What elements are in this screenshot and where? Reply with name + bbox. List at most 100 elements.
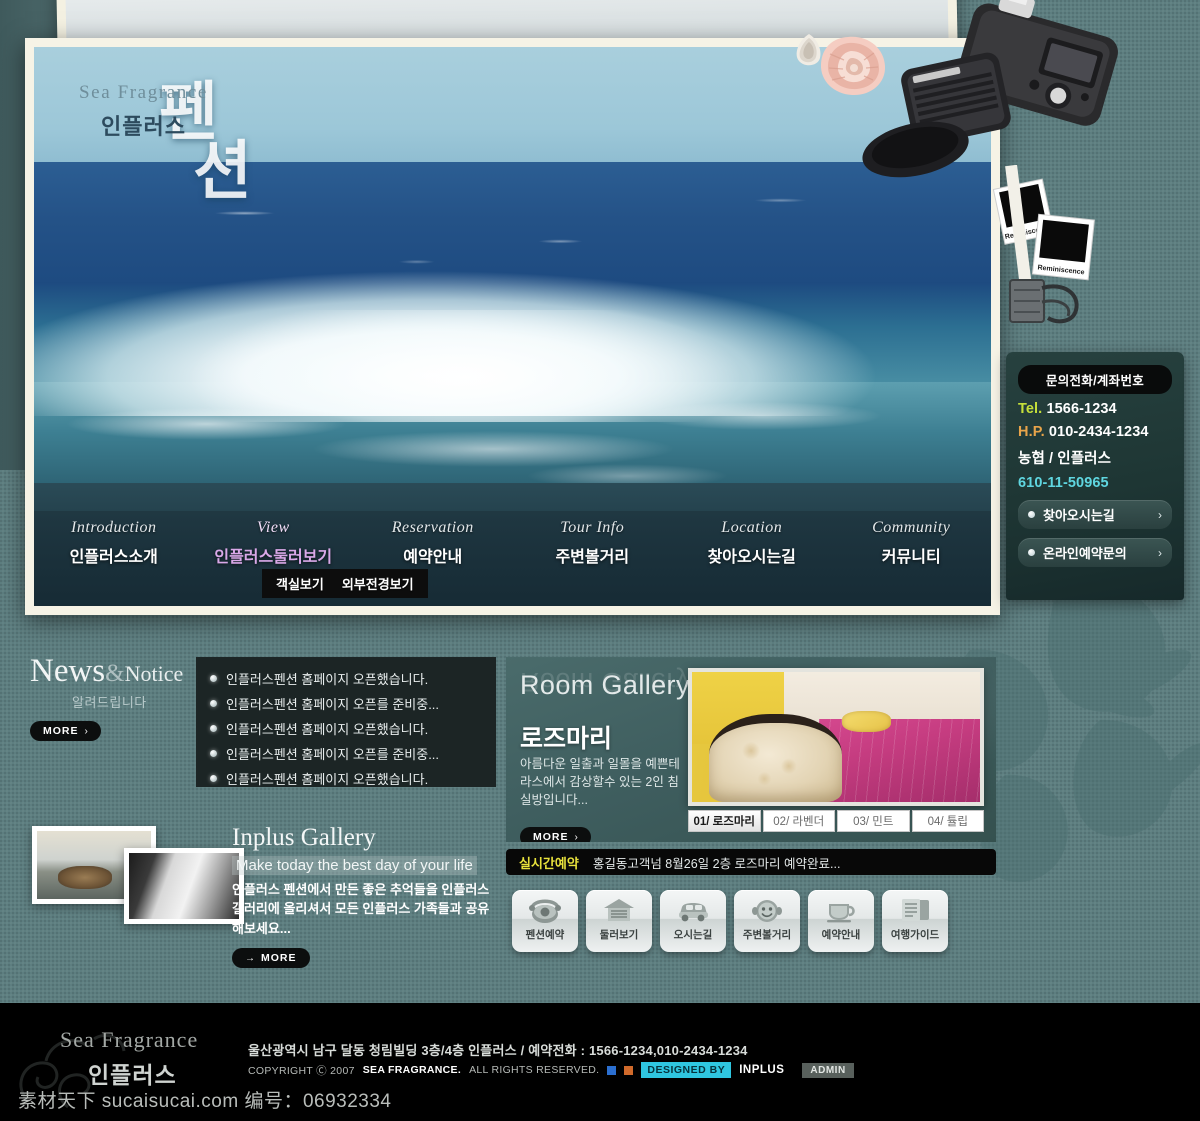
news-item-text: 인플러스펜션 홈페이지 오픈했습니다. bbox=[226, 722, 429, 737]
inplus-gallery-section: Inplus Gallery Make today the best day o… bbox=[232, 824, 500, 968]
contact-tel-row: Tel. 1566-1234 bbox=[1018, 401, 1172, 417]
room-tab-rosemary[interactable]: 01/ 로즈마리 bbox=[688, 810, 761, 832]
subnav-item-rooms[interactable]: 객실보기 bbox=[276, 574, 324, 593]
news-item-text: 인플러스펜션 홈페이지 오픈했습니다. bbox=[226, 672, 429, 687]
news-item-text: 인플러스펜션 홈페이지 오픈했습니다. bbox=[226, 772, 429, 787]
telephone-icon bbox=[529, 899, 561, 923]
gallery-thumbnail-interior[interactable] bbox=[124, 848, 244, 924]
quick-link-travel-guide[interactable]: 여행가이드 bbox=[882, 890, 948, 952]
inplus-gallery-more-button[interactable]: → MORE bbox=[232, 948, 310, 968]
news-list-item[interactable]: 인플러스펜션 홈페이지 오픈했습니다. bbox=[210, 769, 482, 788]
news-list-item[interactable]: 인플러스펜션 홈페이지 오픈를 준비중... bbox=[210, 744, 482, 763]
hero-logo: Sea Fragrance 인플러스 bbox=[79, 82, 208, 141]
main-navigation: Introduction 인플러스소개 View 인플러스둘러보기 Reserv… bbox=[34, 511, 991, 606]
house-icon bbox=[604, 899, 634, 921]
room-photo[interactable] bbox=[688, 668, 984, 806]
hero-ocean-photo: Sea Fragrance 인플러스 펜 션 Introduction 인플러스… bbox=[34, 47, 991, 606]
quick-link-attractions[interactable]: 주변볼거리 bbox=[734, 890, 800, 952]
chevron-right-icon: › bbox=[84, 725, 88, 737]
subnav-item-exterior[interactable]: 외부전경보기 bbox=[342, 574, 414, 593]
nav-label-en: Community bbox=[872, 519, 951, 536]
bullet-dot-icon bbox=[210, 700, 217, 707]
news-list-item[interactable]: 인플러스펜션 홈페이지 오픈를 준비중... bbox=[210, 694, 482, 713]
tel-label: Tel. bbox=[1018, 401, 1043, 417]
nav-label-en: Introduction bbox=[71, 519, 157, 536]
sidebar-button-directions[interactable]: 찾아오시는길 › bbox=[1018, 500, 1172, 529]
brand-name-korean: 인플러스 bbox=[101, 114, 186, 139]
nav-item-introduction[interactable]: Introduction 인플러스소개 bbox=[34, 519, 194, 567]
nav-item-location[interactable]: Location 찾아오시는길 bbox=[672, 519, 832, 567]
news-notice-heading-block: News&Notice 알려드립니다 MORE › bbox=[30, 655, 190, 741]
sub-navigation: 객실보기 외부전경보기 bbox=[262, 569, 428, 598]
news-title-word-notice: Notice bbox=[124, 661, 184, 686]
smiley-face-icon bbox=[752, 900, 782, 922]
hero-photo-card: Sea Fragrance 인플러스 펜 션 Introduction 인플러스… bbox=[25, 38, 1000, 615]
bullet-dot-icon bbox=[210, 750, 217, 757]
nav-label-kr: 예약안내 bbox=[403, 549, 463, 566]
footer-brand-korean: 인플러스 bbox=[88, 1062, 177, 1088]
realtime-reservation-label: 실시간예약 bbox=[519, 855, 579, 871]
bullet-dot-icon bbox=[1028, 511, 1035, 518]
brand-name-english: Sea Fragrance bbox=[79, 82, 208, 103]
copyright-suffix: ALL RIGHTS RESERVED. bbox=[469, 1064, 600, 1076]
nav-label-en: Location bbox=[721, 519, 783, 536]
quick-link-reservation-info[interactable]: 예약안내 bbox=[808, 890, 874, 952]
realtime-reservation-bar[interactable]: 실시간예약 홍길동고객넘 8월26일 2층 로즈마리 예약완료... bbox=[506, 849, 996, 875]
nav-label-en: Tour Info bbox=[560, 519, 625, 536]
bank-name: 농협 / 인플러스 bbox=[1018, 451, 1112, 467]
stock-site-watermark: 素材天下 sucaisucai.com 编号：06932334 bbox=[18, 1091, 392, 1112]
chevron-right-icon: › bbox=[1158, 507, 1162, 522]
nav-item-reservation[interactable]: Reservation 예약안내 bbox=[353, 519, 513, 567]
contact-mobile-row: H.P. 010-2434-1234 bbox=[1018, 424, 1172, 440]
room-gallery-more-button[interactable]: MORE › bbox=[520, 827, 591, 842]
news-title-word-news: News bbox=[30, 653, 106, 689]
room-gallery-title-reflection: Room Gallery bbox=[520, 667, 690, 697]
news-more-button[interactable]: MORE › bbox=[30, 721, 101, 741]
bullet-dot-icon bbox=[210, 675, 217, 682]
nav-item-view[interactable]: View 인플러스둘러보기 bbox=[194, 519, 354, 567]
square-blue-icon bbox=[607, 1065, 617, 1075]
room-tab-mint[interactable]: 03/ 민트 bbox=[837, 810, 910, 832]
news-list-item[interactable]: 인플러스펜션 홈페이지 오픈했습니다. bbox=[210, 669, 482, 688]
square-orange-icon bbox=[624, 1065, 634, 1075]
quick-link-reservation[interactable]: 펜션예약 bbox=[512, 890, 578, 952]
room-tab-lavender[interactable]: 02/ 라벤더 bbox=[762, 810, 835, 832]
news-title: News&Notice bbox=[30, 655, 190, 688]
news-list-item[interactable]: 인플러스펜션 홈페이지 오픈했습니다. bbox=[210, 719, 482, 738]
bank-account-number: 610-11-50965 bbox=[1018, 475, 1109, 491]
coffee-cup-icon bbox=[827, 904, 855, 923]
quick-link-label: 둘러보기 bbox=[599, 929, 639, 941]
quick-link-label: 주변볼거리 bbox=[742, 929, 792, 941]
inplus-gallery-subtitle: Make today the best day of your life bbox=[232, 855, 477, 875]
binder-clip-icon bbox=[1009, 279, 1079, 324]
quick-link-directions[interactable]: 오시는길 bbox=[660, 890, 726, 952]
nav-label-en: View bbox=[256, 519, 290, 536]
realtime-reservation-message: 홍길동고객넘 8월26일 2층 로즈마리 예약완료... bbox=[592, 856, 841, 871]
quick-link-tour[interactable]: 둘러보기 bbox=[586, 890, 652, 952]
nav-item-tour-info[interactable]: Tour Info 주변볼거리 bbox=[513, 519, 673, 567]
news-title-ampersand: & bbox=[105, 660, 125, 687]
sidebar-button-online-reservation[interactable]: 온라인예약문의 › bbox=[1018, 538, 1172, 567]
nav-item-community[interactable]: Community 커뮤니티 bbox=[832, 519, 992, 567]
quick-link-bar: 펜션예약 둘러보기 오시는길 주변볼거리 예약안내 여행가이드 bbox=[512, 890, 992, 954]
copyright-brand: SEA FRAGRANCE. bbox=[362, 1064, 462, 1076]
nav-label-en: Reservation bbox=[391, 519, 474, 536]
bullet-dot-icon bbox=[210, 775, 217, 782]
inplus-gallery-title: Inplus Gallery bbox=[232, 824, 376, 851]
nav-label-kr: 주변볼거리 bbox=[555, 549, 630, 566]
room-tab-tulip[interactable]: 04/ 튤립 bbox=[911, 810, 984, 832]
copyright-prefix: COPYRIGHT Ⓒ 2007 bbox=[248, 1064, 355, 1077]
quick-link-label: 여행가이드 bbox=[890, 929, 940, 941]
contact-panel-title: 문의전화/계좌번호 bbox=[1018, 365, 1172, 394]
news-item-text: 인플러스펜션 홈페이지 오픈를 준비중... bbox=[226, 747, 440, 762]
chevron-right-icon: › bbox=[574, 831, 578, 843]
bullet-dot-icon bbox=[1028, 549, 1035, 556]
gallery-thumbnails bbox=[30, 826, 244, 936]
more-label: MORE bbox=[533, 831, 569, 842]
news-item-text: 인플러스펜션 홈페이지 오픈를 준비중... bbox=[226, 697, 440, 712]
room-tabs: 01/ 로즈마리 02/ 라벤더 03/ 민트 04/ 튤립 bbox=[688, 810, 984, 832]
nav-label-kr: 찾아오시는길 bbox=[707, 549, 796, 566]
footer-address: 울산광역시 남구 달동 청림빌딩 3층/4층 인플러스 / 예약전화 : 156… bbox=[248, 1043, 748, 1058]
designed-by-badge: DESIGNED BY bbox=[641, 1062, 732, 1078]
admin-button[interactable]: ADMIN bbox=[802, 1062, 854, 1078]
